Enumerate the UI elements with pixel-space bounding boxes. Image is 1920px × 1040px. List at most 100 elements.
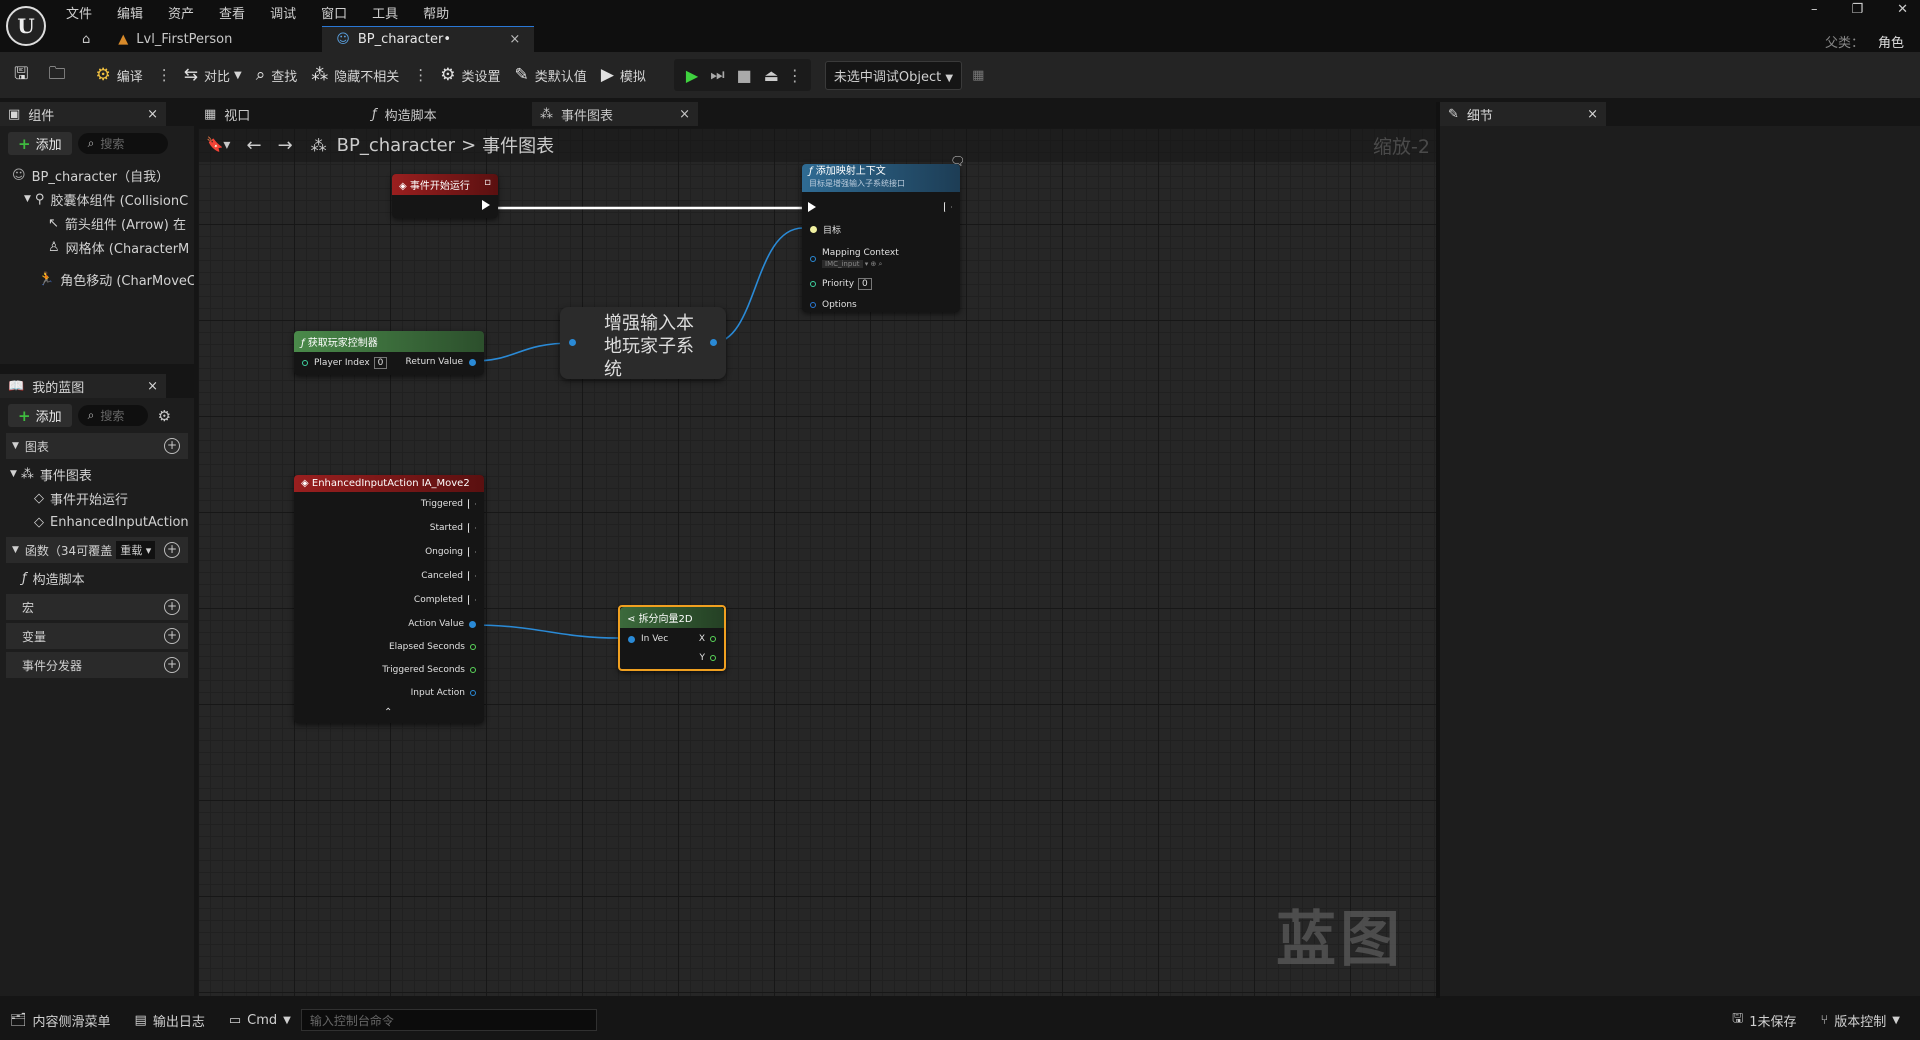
play-options-icon[interactable]: ⋮ [787,66,803,85]
close-tab-icon[interactable]: × [509,32,520,47]
menu-file[interactable]: 文件 [66,3,92,22]
tree-item-construction[interactable]: ƒ 构造脚本 [6,566,188,590]
menu-debug[interactable]: 调试 [270,3,296,22]
close-panel-icon[interactable]: × [147,107,158,122]
gear-icon[interactable]: ⚙ [158,407,171,425]
add-dispatcher-icon[interactable]: + [164,657,180,673]
more-options-icon[interactable]: ⋮ [413,66,428,84]
menu-help[interactable]: 帮助 [423,3,449,22]
menu-tools[interactable]: 工具 [372,3,398,22]
home-tab[interactable]: ⌂ [68,26,104,52]
mapping-context-pin[interactable]: Mapping Context IMC_input ▾ ⊕ ⌕ [810,248,899,269]
tree-item-self[interactable]: ☺ BP_character（自我） [0,163,194,187]
components-search-input[interactable]: ⌕ 搜索 [77,133,168,154]
components-tab[interactable]: ▣ 组件 × [0,102,166,126]
ongoing-pin[interactable]: Ongoing [425,547,476,557]
menu-edit[interactable]: 编辑 [117,3,143,22]
category-dispatchers[interactable]: 事件分发器 + [6,652,188,678]
node-comment-icon[interactable]: 🗨 [950,154,965,168]
node-add-mapping-context[interactable]: ƒ 添加映射上下文 目标是增强输入子系统接口 目标 Mapping Contex… [802,164,960,312]
tree-item-movement[interactable]: 🏃 角色移动 (CharMoveC [0,267,194,291]
blueprint-search-input[interactable]: ⌕ 搜索 [77,405,148,426]
close-window-button[interactable]: ✕ [1897,2,1908,17]
triggered-pin[interactable]: Triggered [421,499,476,509]
add-function-icon[interactable]: + [164,542,180,558]
expand-icon[interactable]: ▼ [24,194,31,204]
canceled-pin[interactable]: Canceled [421,571,476,581]
category-variables[interactable]: 变量 + [6,623,188,649]
mapping-context-value[interactable]: IMC_input ▾ ⊕ ⌕ [822,260,899,269]
tab-lvl-firstperson[interactable]: ▲ Lvl_FirstPerson [104,26,322,52]
category-functions[interactable]: ▼ 函数（34可覆盖 重载 ▾ + [6,537,188,563]
output-log-button[interactable]: ▤ 输出日志 [135,1011,205,1030]
tab-viewport[interactable]: ▦ 视口 [196,105,364,124]
player-index-value[interactable]: 0 [373,357,388,369]
source-control-button[interactable]: ⑂ 版本控制 ▼ [1820,1011,1900,1030]
play-icon[interactable]: ▶ [686,66,698,85]
node-get-player-controller[interactable]: ƒ 获取玩家控制器 Player Index 0 Return Value [294,331,484,375]
subsystem-in-pin[interactable] [569,339,576,346]
debug-filter-icon[interactable]: ▦ [972,68,984,83]
add-graph-icon[interactable]: + [164,438,180,454]
close-tab-icon[interactable]: × [679,107,690,122]
add-member-button[interactable]: + 添加 [8,404,72,427]
tree-item-capsule[interactable]: ▼ ⚲ 胶囊体组件 (CollisionC [0,187,194,211]
menu-asset[interactable]: 资产 [168,3,194,22]
override-dropdown[interactable]: 重载 ▾ [116,541,156,559]
category-macros[interactable]: 宏 + [6,594,188,620]
eject-icon[interactable]: ⏏ [764,66,779,85]
node-break-vector-2d[interactable]: ⋖ 拆分向量2D In Vec X Y [618,605,726,671]
node-enhanced-input-subsystem[interactable]: 增强输入本地玩家子系统 [560,307,726,380]
started-pin[interactable]: Started [430,523,476,533]
debug-object-select[interactable]: 未选中调试Object ▼ [824,60,963,90]
class-settings-button[interactable]: ⚙ 类设置 [440,65,500,85]
tree-item-begin-play[interactable]: ◇ 事件开始运行 [6,486,188,510]
cmd-dropdown[interactable]: ▭ Cmd ▼ [229,1013,291,1028]
priority-pin[interactable]: Priority 0 [810,278,872,290]
exec-out-pin[interactable] [944,202,952,212]
browse-button[interactable]: 🗀 [48,61,71,90]
tab-bp-character[interactable]: ☺ BP_character• × [322,25,535,53]
tree-item-mesh[interactable]: ♙ 网格体 (CharacterM [0,235,194,259]
unsaved-button[interactable]: 🖫 1未保存 [1732,1009,1796,1031]
tree-item-event-graph[interactable]: ▼ ⁂ 事件图表 [6,462,188,486]
x-pin[interactable]: X [699,634,716,644]
target-pin[interactable]: 目标 [810,223,841,236]
return-value-pin[interactable]: Return Value [406,357,476,367]
simulate-button[interactable]: ▶ 模拟 [601,65,646,85]
step-icon[interactable]: ⏭ [710,65,724,85]
add-variable-icon[interactable]: + [164,628,180,644]
event-graph-canvas[interactable]: 🔖▾ ← → ⁂ BP_character > 事件图表 缩放-2 ◈ 事件开始… [198,128,1436,996]
tab-construction[interactable]: ƒ 构造脚本 [364,105,532,124]
class-defaults-button[interactable]: ✎ 类默认值 [515,65,587,85]
console-command-input[interactable]: 输入控制台命令 [300,1009,597,1031]
close-panel-icon[interactable]: × [147,379,158,394]
my-blueprint-tab[interactable]: 📖 我的蓝图 × [0,374,166,398]
compile-button[interactable]: ⚙ 编译 [95,65,142,85]
in-vec-pin[interactable]: In Vec [628,634,668,644]
options-pin[interactable]: Options [810,300,857,310]
node-begin-play[interactable]: ◈ 事件开始运行 ▫ [392,174,498,218]
menu-window[interactable]: 窗口 [321,3,347,22]
tab-event-graph[interactable]: ⁂ 事件图表 × [532,102,698,126]
stop-icon[interactable]: ■ [737,66,752,85]
menu-view[interactable]: 查看 [219,3,245,22]
compile-options-icon[interactable]: ⋮ [157,66,172,84]
collapse-pins-icon[interactable]: ⌃ [384,707,392,718]
hide-unrelated-button[interactable]: ⁂ 隐藏不相关 [311,65,399,85]
add-macro-icon[interactable]: + [164,599,180,615]
exec-out-pin[interactable] [482,200,490,210]
action-value-pin[interactable]: Action Value [408,619,476,629]
elapsed-seconds-pin[interactable]: Elapsed Seconds [389,642,476,652]
details-tab[interactable]: ✎ 细节 × [1440,102,1606,126]
minimize-button[interactable]: – [1811,2,1818,17]
parent-value[interactable]: 角色 [1878,32,1904,51]
player-index-pin[interactable]: Player Index 0 [302,357,388,369]
input-action-pin[interactable]: Input Action [411,688,476,698]
subsystem-out-pin[interactable] [710,339,717,346]
node-enhanced-input-action[interactable]: ◈ EnhancedInputAction IA_Move2 Triggered… [294,475,484,723]
category-graphs[interactable]: ▼ 图表 + [6,433,188,459]
y-pin[interactable]: Y [700,653,716,663]
exec-in-pin[interactable] [808,202,816,212]
priority-value[interactable]: 0 [858,278,872,290]
